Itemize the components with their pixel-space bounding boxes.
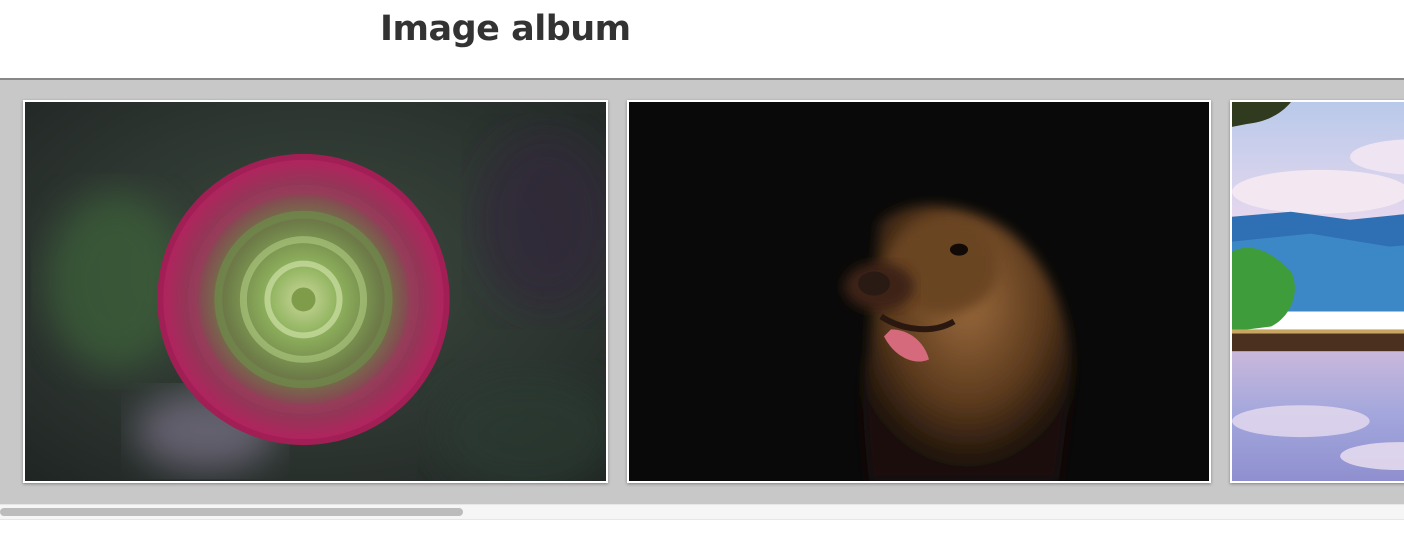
- scrollbar-thumb[interactable]: [0, 508, 463, 516]
- album-image-dog[interactable]: [627, 100, 1211, 483]
- golden-retriever-photo: [629, 102, 1209, 481]
- ranunculus-flower-photo: [25, 102, 606, 481]
- album-image-flower[interactable]: [23, 100, 608, 483]
- lake-mountain-landscape-photo: [1232, 102, 1404, 481]
- horizontal-scrollbar[interactable]: [0, 504, 1404, 520]
- page-title: Image album: [380, 9, 631, 49]
- image-strip[interactable]: [0, 80, 1404, 504]
- album-image-landscape[interactable]: [1230, 100, 1404, 483]
- header: Image album: [0, 0, 1404, 80]
